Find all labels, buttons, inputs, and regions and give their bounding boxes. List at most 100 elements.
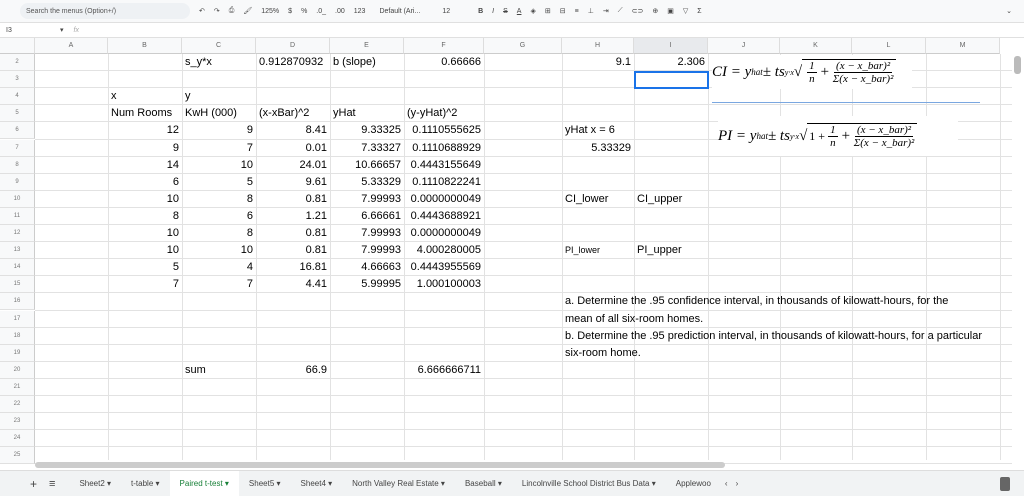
font-size-select[interactable]: 12 [442,8,450,15]
cell[interactable]: 0.81 [256,225,330,242]
cell[interactable]: a. Determine the .95 confidence interval… [562,293,951,310]
row-header-10[interactable]: 10 [0,190,35,208]
italic-button[interactable]: I [492,8,494,15]
decrease-decimal-button[interactable]: .0_ [316,8,326,15]
cell[interactable]: 24.01 [256,157,330,174]
column-header-f[interactable]: F [404,38,484,54]
scroll-tabs-left-icon[interactable]: ‹ [725,479,728,488]
row-header-25[interactable]: 25 [0,447,35,465]
cell[interactable]: 9 [108,140,182,157]
row-header-9[interactable]: 9 [0,173,35,191]
cell[interactable]: 10.66657 [330,157,404,174]
cell[interactable]: 6 [108,174,182,191]
cell[interactable]: 8 [182,225,256,242]
cell[interactable]: 5.33329 [562,140,634,157]
tab-menu-chevron-icon[interactable]: ▾ [496,479,502,488]
cell[interactable]: 4.000280005 [404,242,484,259]
cell[interactable]: 10 [108,225,182,242]
wrap-icon[interactable]: ⇥ [603,7,609,15]
cell[interactable]: 0.1110688929 [404,140,484,157]
undo-icon[interactable]: ↶ [199,7,205,15]
cell[interactable]: 8.41 [256,122,330,139]
column-header-b[interactable]: B [108,38,182,54]
cell[interactable]: CI_upper [634,191,685,208]
row-header-24[interactable]: 24 [0,430,35,448]
align-icon[interactable]: ≡ [575,8,579,15]
tab-menu-chevron-icon[interactable]: ▾ [153,479,160,488]
cell[interactable]: 10 [108,191,182,208]
cell[interactable]: CI_lower [562,191,611,208]
cell[interactable]: (y-yHat)^2 [404,105,460,122]
cell[interactable]: Num Rooms [108,105,175,122]
valign-icon[interactable]: ⊥ [588,7,594,15]
currency-button[interactable]: $ [288,8,292,15]
cell[interactable]: 0.66666 [404,54,484,71]
cell[interactable]: 7.99993 [330,225,404,242]
cell[interactable]: 0.4443688921 [404,208,484,225]
column-header-h[interactable]: H [562,38,634,54]
cell[interactable]: s_y*x [182,54,215,71]
vertical-scrollbar[interactable] [1014,56,1021,74]
cell[interactable]: (x-xBar)^2 [256,105,312,122]
row-header-20[interactable]: 20 [0,361,35,379]
cell[interactable]: 7.99993 [330,242,404,259]
sheet-tab[interactable]: t-table ▾ [121,471,169,497]
strikethrough-button[interactable]: S [503,8,508,15]
column-header-i[interactable]: I [634,38,708,54]
tab-menu-chevron-icon[interactable]: ▾ [105,479,111,488]
cell[interactable]: 9.61 [256,174,330,191]
column-header-e[interactable]: E [330,38,404,54]
cell[interactable]: 10 [108,242,182,259]
row-header-3[interactable]: 3 [0,71,35,89]
link-icon[interactable]: ⊂⊃ [632,7,644,15]
cell[interactable]: 10 [182,157,256,174]
horizontal-scrollbar[interactable] [35,462,725,468]
tab-menu-chevron-icon[interactable]: ▾ [326,479,332,488]
cell[interactable]: 7.99993 [330,191,404,208]
cell[interactable]: mean of all six-room homes. [562,311,706,328]
explore-icon[interactable] [1000,476,1010,491]
cell[interactable]: 4.41 [256,276,330,293]
row-header-8[interactable]: 8 [0,156,35,174]
format-select[interactable]: 123 [354,8,366,15]
sheet-tab[interactable]: Applewoo [666,471,721,497]
row-header-15[interactable]: 15 [0,276,35,294]
row-header-19[interactable]: 19 [0,344,35,362]
cell[interactable]: 1.000100003 [404,276,484,293]
cell[interactable]: 0.0000000049 [404,225,484,242]
cell[interactable]: sum [182,362,209,379]
selected-cell-i3[interactable] [634,71,709,89]
row-header-23[interactable]: 23 [0,413,35,431]
bold-button[interactable]: B [478,8,483,15]
increase-decimal-button[interactable]: .00 [335,8,345,15]
scroll-tabs-right-icon[interactable]: › [736,479,739,488]
column-header-c[interactable]: C [182,38,256,54]
cell[interactable]: 9.33325 [330,122,404,139]
row-header-5[interactable]: 5 [0,105,35,123]
row-header-2[interactable]: 2 [0,54,35,72]
cell[interactable]: 2.306 [634,54,708,71]
cell[interactable]: 1.21 [256,208,330,225]
column-header-l[interactable]: L [852,38,926,54]
row-header-22[interactable]: 22 [0,396,35,414]
menu-search-input[interactable]: Search the menus (Option+/) [20,3,190,19]
cell[interactable]: 0.4443955569 [404,259,484,276]
name-box-dropdown-icon[interactable]: ▾ [60,26,64,34]
sheet-tab[interactable]: Lincolnville School District Bus Data ▾ [512,471,666,497]
cell[interactable]: 7 [108,276,182,293]
cell[interactable]: 5.33329 [330,174,404,191]
column-header-k[interactable]: K [780,38,852,54]
cell[interactable]: 66.9 [256,362,330,379]
redo-icon[interactable]: ↷ [214,7,220,15]
cell[interactable]: 7.33327 [330,140,404,157]
all-sheets-icon[interactable]: ≡ [49,478,55,490]
cell[interactable]: PI_lower [562,242,603,259]
cell[interactable]: 0.4443155649 [404,157,484,174]
cell[interactable]: 6.666666711 [404,362,484,379]
merge-icon[interactable]: ⊟ [560,7,566,15]
cell[interactable]: 5 [108,259,182,276]
cell[interactable]: 5 [182,174,256,191]
sheet-tab[interactable]: Baseball ▾ [455,471,512,497]
cell[interactable]: 9.1 [562,54,634,71]
percent-button[interactable]: % [301,8,307,15]
